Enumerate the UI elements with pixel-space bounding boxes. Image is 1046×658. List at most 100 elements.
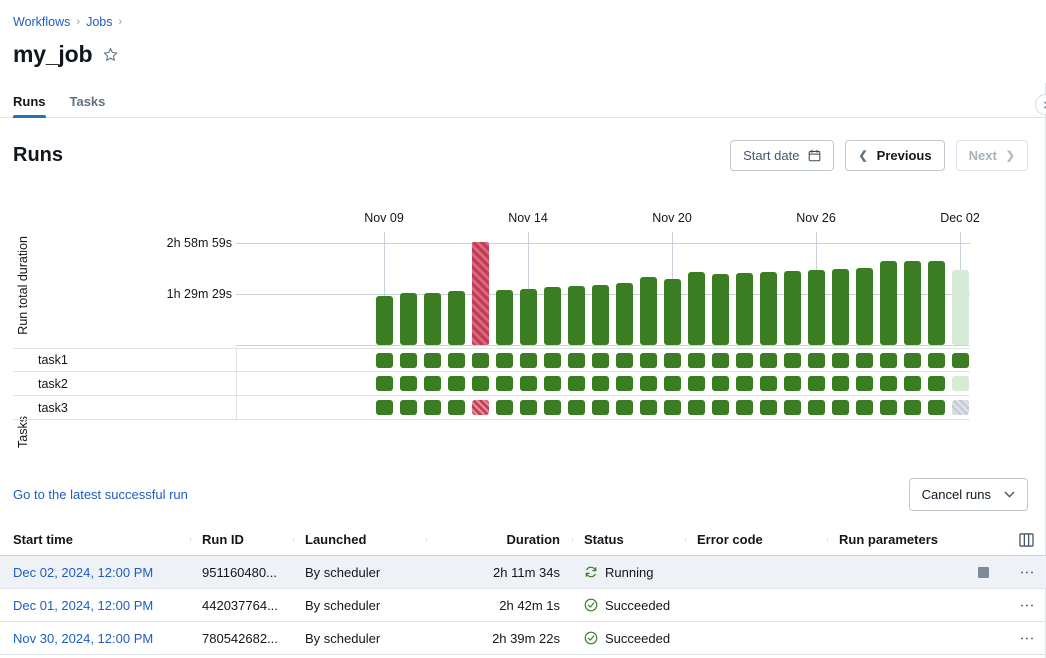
task-status-cell[interactable] [832,400,849,415]
chart-bar[interactable] [880,261,897,345]
task-status-cell[interactable] [832,353,849,368]
chart-bar[interactable] [928,261,945,345]
chart-bar[interactable] [640,277,657,345]
task-status-cell[interactable] [856,353,873,368]
table-row[interactable]: Dec 01, 2024, 12:00 PM442037764...By sch… [0,589,1046,622]
task-status-cell[interactable] [904,353,921,368]
chart-bar[interactable] [736,273,753,345]
latest-successful-run-link[interactable]: Go to the latest successful run [13,487,188,502]
task-status-cell[interactable] [760,353,777,368]
chart-bar[interactable] [616,283,633,345]
task-status-cell[interactable] [616,400,633,415]
task-status-cell[interactable] [400,353,417,368]
table-row[interactable]: Dec 02, 2024, 12:00 PM951160480...By sch… [0,556,1046,589]
task-status-cell[interactable] [640,353,657,368]
chart-bar[interactable] [424,293,441,345]
row-menu-button[interactable]: ⋮ [1024,598,1030,613]
task-status-cell[interactable] [616,376,633,391]
task-status-cell[interactable] [496,353,513,368]
task-status-cell[interactable] [568,376,585,391]
chart-bar[interactable] [952,270,969,345]
task-status-cell[interactable] [784,376,801,391]
task-status-cell[interactable] [664,353,681,368]
run-start-time-link[interactable]: Nov 30, 2024, 12:00 PM [13,631,153,646]
task-status-cell[interactable] [928,400,945,415]
column-header-start-time[interactable]: Start time [0,532,190,547]
task-status-cell[interactable] [592,376,609,391]
task-status-cell[interactable] [592,400,609,415]
task-status-cell[interactable] [520,376,537,391]
column-header-duration[interactable]: Duration [426,532,572,547]
column-header-run-id[interactable]: Run ID [190,532,293,547]
column-header-run-parameters[interactable]: Run parameters [827,532,960,547]
chart-bar[interactable] [568,286,585,345]
cancel-runs-select[interactable]: Cancel runs [909,478,1028,511]
task-status-cell[interactable] [784,353,801,368]
task-status-cell[interactable] [472,376,489,391]
task-status-cell[interactable] [736,353,753,368]
task-status-cell[interactable] [448,353,465,368]
task-status-cell[interactable] [472,400,489,415]
column-header-status[interactable]: Status [572,532,685,547]
task-status-cell[interactable] [568,353,585,368]
task-status-cell[interactable] [904,400,921,415]
task-status-cell[interactable] [928,353,945,368]
task-status-cell[interactable] [712,400,729,415]
task-status-cell[interactable] [712,353,729,368]
task-status-cell[interactable] [376,376,393,391]
chart-bar[interactable] [664,279,681,345]
task-status-cell[interactable] [952,400,969,415]
row-menu-button[interactable]: ⋮ [1024,631,1030,646]
chart-bar[interactable] [592,285,609,345]
chart-bar[interactable] [376,296,393,345]
column-header-launched[interactable]: Launched [293,532,426,547]
task-status-cell[interactable] [592,353,609,368]
row-menu-button[interactable]: ⋮ [1024,565,1030,580]
task-status-cell[interactable] [520,353,537,368]
chart-bar[interactable] [400,293,417,345]
chart-bar[interactable] [808,270,825,345]
chart-bar[interactable] [832,269,849,345]
chart-bar[interactable] [520,289,537,345]
task-status-cell[interactable] [736,376,753,391]
task-status-cell[interactable] [832,376,849,391]
columns-icon[interactable] [1019,533,1034,547]
task-status-cell[interactable] [952,353,969,368]
task-status-cell[interactable] [688,353,705,368]
run-start-time-link[interactable]: Dec 02, 2024, 12:00 PM [13,565,153,580]
task-status-cell[interactable] [808,400,825,415]
task-status-cell[interactable] [688,376,705,391]
task-status-cell[interactable] [712,376,729,391]
task-status-cell[interactable] [784,400,801,415]
chart-bar[interactable] [544,287,561,345]
column-header-error-code[interactable]: Error code [685,532,827,547]
chart-bar[interactable] [904,261,921,345]
task-status-cell[interactable] [856,376,873,391]
task-status-cell[interactable] [496,400,513,415]
task-status-cell[interactable] [880,400,897,415]
chart-bar[interactable] [760,272,777,345]
task-status-cell[interactable] [544,353,561,368]
task-status-cell[interactable] [808,376,825,391]
chart-bar[interactable] [496,290,513,345]
task-status-cell[interactable] [760,376,777,391]
task-status-cell[interactable] [544,376,561,391]
task-status-cell[interactable] [664,400,681,415]
task-status-cell[interactable] [808,353,825,368]
task-status-cell[interactable] [856,400,873,415]
task-status-cell[interactable] [448,400,465,415]
chart-bar[interactable] [472,242,489,345]
task-status-cell[interactable] [376,400,393,415]
task-status-cell[interactable] [880,376,897,391]
task-status-cell[interactable] [760,400,777,415]
task-status-cell[interactable] [448,376,465,391]
task-status-cell[interactable] [496,376,513,391]
chart-bar[interactable] [448,291,465,345]
task-status-cell[interactable] [616,353,633,368]
task-status-cell[interactable] [880,353,897,368]
task-status-cell[interactable] [568,400,585,415]
task-status-cell[interactable] [400,400,417,415]
task-status-cell[interactable] [520,400,537,415]
task-status-cell[interactable] [928,376,945,391]
task-status-cell[interactable] [904,376,921,391]
